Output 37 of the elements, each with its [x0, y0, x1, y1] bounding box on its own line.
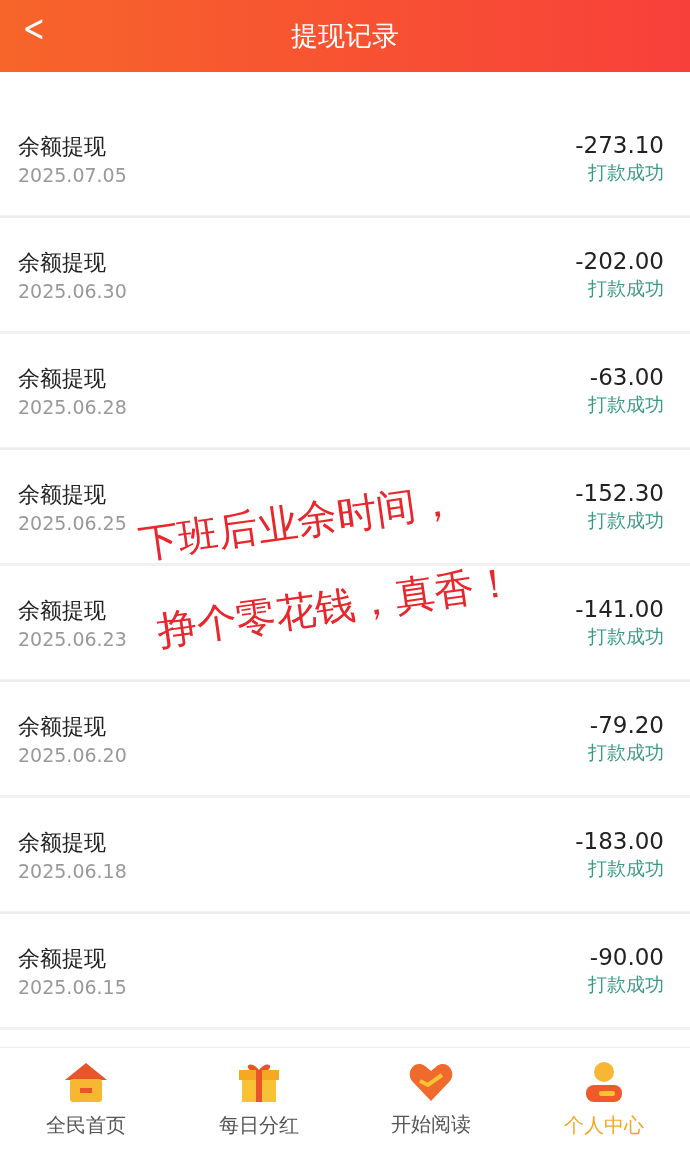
record-status: 打款成功: [588, 855, 664, 881]
record-status: 打款成功: [588, 159, 664, 185]
record-date: 2025.06.30: [18, 279, 127, 302]
record-date: 2025.06.18: [18, 859, 127, 882]
record-status: 打款成功: [588, 507, 664, 533]
record-amount: -141.00: [575, 595, 664, 622]
record-amount: -183.00: [575, 827, 664, 854]
record-status: 打款成功: [588, 275, 664, 301]
record-title: 余额提现: [18, 828, 106, 857]
record-amount: -79.20: [589, 711, 664, 738]
record-amount: -90.00: [589, 943, 664, 970]
record-date: 2025.06.15: [18, 975, 127, 998]
record-status: 打款成功: [588, 971, 664, 997]
overlay-caption: 下班后业余时间，: [135, 475, 460, 569]
record-title: 余额提现: [18, 248, 106, 277]
record-amount: -202.00: [575, 247, 664, 274]
record-title: 余额提现: [18, 712, 106, 741]
record-date: 2025.07.05: [18, 163, 127, 186]
record-status: 打款成功: [588, 623, 664, 649]
record-date: 2025.06.25: [18, 511, 127, 534]
record-date: 2025.06.23: [18, 627, 127, 650]
record-title: 余额提现: [18, 944, 106, 973]
record-title: 余额提现: [18, 364, 106, 393]
record-title: 余额提现: [18, 596, 106, 625]
record-title: 余额提现: [18, 480, 106, 509]
record-amount: -63.00: [589, 363, 664, 390]
page-title: 提现记录: [291, 19, 399, 53]
record-status: 打款成功: [588, 739, 664, 765]
record-date: 2025.06.20: [18, 743, 127, 766]
record-title: 余额提现: [18, 132, 106, 161]
record-amount: -273.10: [575, 131, 664, 158]
tab-bar-item[interactable]: 每日分红: [172, 1048, 345, 1150]
record-amount: -152.30: [575, 479, 664, 506]
tab-bar-item[interactable]: 开始阅读: [345, 1048, 518, 1150]
tab-bar-item[interactable]: 全民首页: [0, 1048, 173, 1150]
record-date: 2025.06.28: [18, 395, 127, 418]
record-status: 打款成功: [588, 391, 664, 417]
